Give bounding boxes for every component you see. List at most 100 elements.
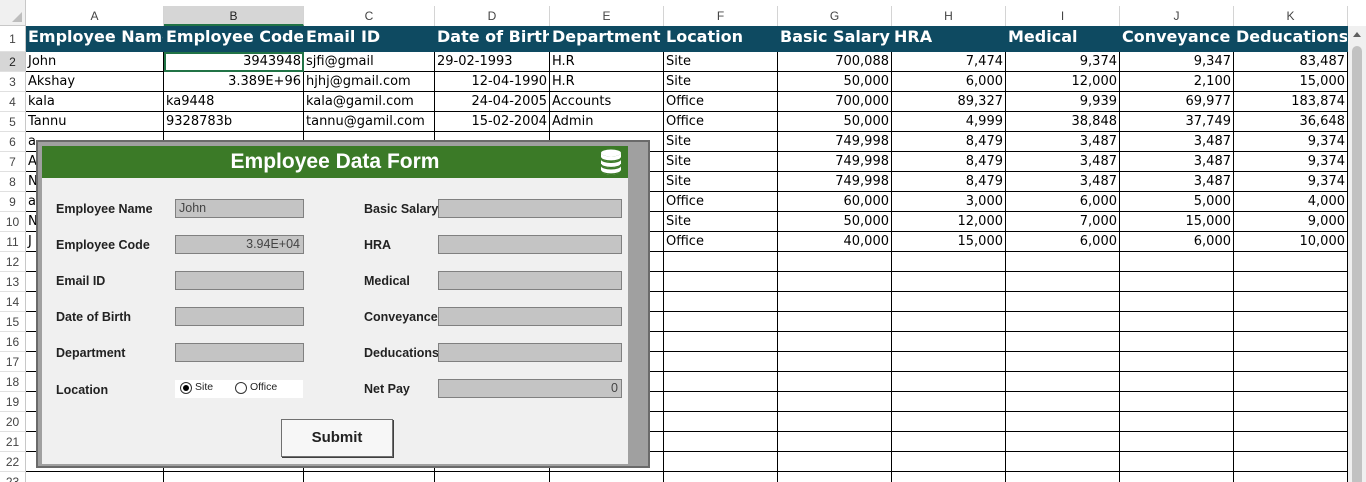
table-cell[interactable]: 15,000	[1120, 212, 1234, 232]
empty-cell[interactable]	[664, 352, 778, 372]
table-cell[interactable]: Accounts	[550, 92, 664, 112]
row-header-4[interactable]: 4	[0, 92, 26, 112]
empty-cell[interactable]	[1234, 332, 1348, 352]
table-cell[interactable]: Site	[664, 72, 778, 92]
table-cell[interactable]: 7,474	[892, 52, 1006, 72]
row-header-22[interactable]: 22	[0, 452, 26, 472]
select-all-corner[interactable]	[0, 0, 26, 26]
empty-cell[interactable]	[1120, 392, 1234, 412]
empty-cell[interactable]	[892, 352, 1006, 372]
empty-cell[interactable]	[778, 252, 892, 272]
empty-cell[interactable]	[1006, 412, 1120, 432]
row-header-8[interactable]: 8	[0, 172, 26, 192]
text-input[interactable]: John	[175, 199, 304, 218]
table-cell[interactable]: 9,374	[1234, 132, 1348, 152]
header-cell[interactable]: Basic Salary	[778, 26, 892, 52]
empty-cell[interactable]	[778, 272, 892, 292]
table-cell[interactable]: Site	[664, 172, 778, 192]
table-cell[interactable]: 37,749	[1120, 112, 1234, 132]
empty-cell[interactable]	[1006, 312, 1120, 332]
table-cell[interactable]: 6,000	[1120, 232, 1234, 252]
empty-cell[interactable]	[1234, 352, 1348, 372]
scrollbar-thumb[interactable]	[1352, 46, 1362, 482]
table-cell[interactable]: Site	[664, 132, 778, 152]
table-cell[interactable]: H.R	[550, 52, 664, 72]
empty-cell[interactable]	[1120, 452, 1234, 472]
empty-cell[interactable]	[664, 272, 778, 292]
net-pay-input[interactable]: 0	[438, 379, 622, 398]
empty-cell[interactable]	[1006, 272, 1120, 292]
table-cell[interactable]: Site	[664, 212, 778, 232]
empty-cell[interactable]	[1120, 312, 1234, 332]
empty-cell[interactable]	[892, 412, 1006, 432]
empty-cell[interactable]	[550, 472, 664, 482]
column-header-h[interactable]: H	[892, 6, 1006, 26]
radio-site[interactable]	[180, 382, 192, 394]
table-cell[interactable]: 2,100	[1120, 72, 1234, 92]
empty-cell[interactable]	[892, 332, 1006, 352]
text-input[interactable]: 3.94E+04	[175, 235, 304, 254]
header-cell[interactable]: Deducations	[1234, 26, 1348, 52]
table-cell[interactable]: John	[26, 52, 164, 72]
column-header-e[interactable]: E	[550, 6, 664, 26]
empty-cell[interactable]	[664, 432, 778, 452]
table-cell[interactable]: 24-04-2005	[435, 92, 550, 112]
empty-cell[interactable]	[1234, 372, 1348, 392]
header-cell[interactable]: Employee Name	[26, 26, 164, 52]
row-header-23[interactable]: 23	[0, 472, 26, 482]
table-cell[interactable]: kala	[26, 92, 164, 112]
empty-cell[interactable]	[1006, 372, 1120, 392]
empty-cell[interactable]	[778, 472, 892, 482]
table-cell[interactable]: 38,848	[1006, 112, 1120, 132]
column-header-a[interactable]: A	[26, 6, 164, 26]
header-cell[interactable]: Email ID	[304, 26, 435, 52]
header-cell[interactable]: Date of Birth	[435, 26, 550, 52]
row-header-21[interactable]: 21	[0, 432, 26, 452]
table-cell[interactable]: 4,999	[892, 112, 1006, 132]
header-cell[interactable]: Department	[550, 26, 664, 52]
column-header-d[interactable]: D	[435, 6, 550, 26]
text-input[interactable]	[175, 307, 304, 326]
empty-cell[interactable]	[664, 332, 778, 352]
submit-button[interactable]: Submit	[281, 419, 393, 457]
empty-cell[interactable]	[1006, 292, 1120, 312]
table-cell[interactable]: hjhj@gmail.com	[304, 72, 435, 92]
empty-cell[interactable]	[1006, 252, 1120, 272]
empty-cell[interactable]	[1234, 292, 1348, 312]
empty-cell[interactable]	[1120, 272, 1234, 292]
table-cell[interactable]: 749,998	[778, 172, 892, 192]
row-header-11[interactable]: 11	[0, 232, 26, 252]
table-cell[interactable]: 5,000	[1120, 192, 1234, 212]
table-cell[interactable]: 6,000	[892, 72, 1006, 92]
header-cell[interactable]: Conveyance	[1120, 26, 1234, 52]
table-cell[interactable]: 8,479	[892, 132, 1006, 152]
row-header-10[interactable]: 10	[0, 212, 26, 232]
table-cell[interactable]: 12,000	[892, 212, 1006, 232]
column-header-g[interactable]: G	[778, 6, 892, 26]
table-cell[interactable]: 50,000	[778, 112, 892, 132]
column-header-i[interactable]: I	[1006, 6, 1120, 26]
empty-cell[interactable]	[1234, 452, 1348, 472]
table-cell[interactable]: tannu@gamil.com	[304, 112, 435, 132]
table-cell[interactable]: 50,000	[778, 72, 892, 92]
empty-cell[interactable]	[1234, 392, 1348, 412]
table-cell[interactable]: Tannu	[26, 112, 164, 132]
row-header-13[interactable]: 13	[0, 272, 26, 292]
table-cell[interactable]: 749,998	[778, 152, 892, 172]
table-cell[interactable]: 9,374	[1234, 172, 1348, 192]
text-input[interactable]	[438, 235, 622, 254]
empty-cell[interactable]	[164, 472, 304, 482]
table-cell[interactable]: 12,000	[1006, 72, 1120, 92]
row-header-2[interactable]: 2	[0, 52, 26, 72]
empty-cell[interactable]	[1234, 272, 1348, 292]
table-cell[interactable]: 6,000	[1006, 232, 1120, 252]
table-cell[interactable]: 9328783b	[164, 112, 304, 132]
row-header-5[interactable]: 5	[0, 112, 26, 132]
row-header-17[interactable]: 17	[0, 352, 26, 372]
table-cell[interactable]: ka9448	[164, 92, 304, 112]
table-cell[interactable]: sjfi@gmail	[304, 52, 435, 72]
empty-cell[interactable]	[892, 452, 1006, 472]
column-header-k[interactable]: K	[1234, 6, 1348, 26]
table-cell[interactable]: 3,487	[1120, 132, 1234, 152]
table-cell[interactable]: Admin	[550, 112, 664, 132]
